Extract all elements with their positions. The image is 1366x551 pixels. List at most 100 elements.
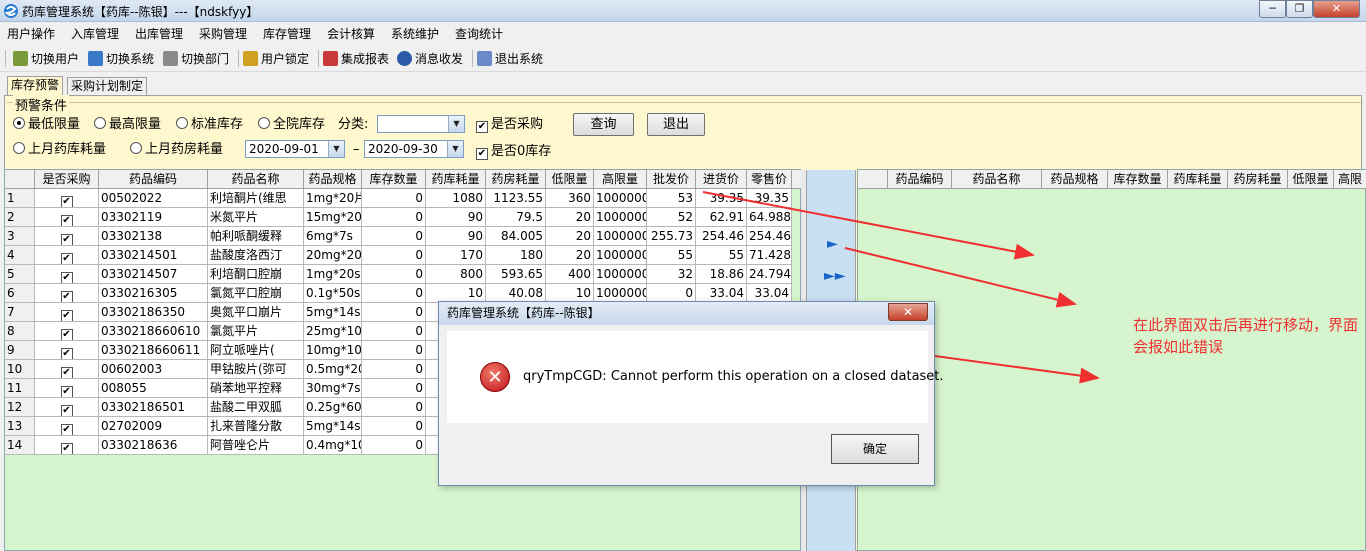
column-header-min-limit[interactable]: 低限量 — [546, 170, 594, 188]
menu-accounting[interactable]: 会计核算 — [327, 25, 375, 42]
cell-wholesale-price[interactable]: 52 — [647, 208, 696, 227]
column-header-purchase-price[interactable]: 进货价 — [696, 170, 747, 188]
column-header-max-limit[interactable]: 高限量 — [594, 170, 647, 188]
cell-warehouse-usage[interactable]: 800 — [426, 265, 486, 284]
cell-row-index[interactable]: 5 — [5, 265, 35, 284]
menu-inventory[interactable]: 库存管理 — [263, 25, 311, 42]
cell-drug-code[interactable]: 0330214507 — [99, 265, 208, 284]
cell-drug-spec[interactable]: 0.4mg*100 — [304, 436, 362, 455]
cell-drug-spec[interactable]: 10mg*10s — [304, 341, 362, 360]
column-header-stock-qty[interactable]: 库存数量 — [362, 170, 426, 188]
cell-wholesale-price[interactable]: 255.73 — [647, 227, 696, 246]
checkmark-icon[interactable]: ✔ — [60, 386, 73, 397]
checkmark-icon[interactable]: ✔ — [60, 348, 73, 359]
exit-button[interactable]: 退出 — [647, 113, 705, 136]
cell-drug-name[interactable]: 盐酸度洛西汀 — [208, 246, 304, 265]
purchase-checkbox-cell[interactable]: ✔ — [35, 398, 99, 417]
cell-pharmacy-usage[interactable]: 79.5 — [486, 208, 546, 227]
cell-drug-name[interactable]: 甲钴胺片(弥可 — [208, 360, 304, 379]
cell-min-limit[interactable]: 20 — [546, 208, 594, 227]
right-column-header-max-limit[interactable]: 高限 — [1334, 170, 1366, 188]
cell-drug-code[interactable]: 03302138 — [99, 227, 208, 246]
cell-stock-qty[interactable]: 0 — [362, 360, 426, 379]
cell-stock-qty[interactable]: 0 — [362, 417, 426, 436]
radio-last-month-warehouse[interactable]: 上月药库耗量 — [13, 142, 106, 158]
purchase-checkbox-cell[interactable]: ✔ — [35, 436, 99, 455]
cell-row-index[interactable]: 3 — [5, 227, 35, 246]
table-row[interactable]: 5 ✔ 0330214507 利培酮口腔崩 1mg*20s 0 800 593.65 400 10… — [5, 265, 792, 284]
cell-pharmacy-usage[interactable]: 180 — [486, 246, 546, 265]
ok-button[interactable]: 确定 — [831, 434, 919, 464]
cell-purchase-price[interactable]: 39.35 — [696, 189, 747, 208]
purchase-checkbox-cell[interactable]: ✔ — [35, 265, 99, 284]
cell-row-index[interactable]: 12 — [5, 398, 35, 417]
cell-stock-qty[interactable]: 0 — [362, 341, 426, 360]
purchase-checkbox-cell[interactable]: ✔ — [35, 360, 99, 379]
table-row[interactable]: 4 ✔ 0330214501 盐酸度洛西汀 20mg*20s 0 170 180 20 10000… — [5, 246, 792, 265]
cell-drug-spec[interactable]: 0.1g*50s — [304, 284, 362, 303]
switch-system-button[interactable]: 切换系统 — [88, 49, 154, 69]
radio-min-limit[interactable]: 最低限量 — [13, 117, 80, 133]
cell-drug-code[interactable]: 00602003 — [99, 360, 208, 379]
cell-drug-name[interactable]: 阿立哌唑片( — [208, 341, 304, 360]
cell-retail-price[interactable]: 64.988 — [747, 208, 792, 227]
cell-purchase-price[interactable]: 18.86 — [696, 265, 747, 284]
cell-drug-code[interactable]: 02702009 — [99, 417, 208, 436]
cell-drug-name[interactable]: 阿普唑仑片 — [208, 436, 304, 455]
tab-stock-warning[interactable]: 库存预警 — [7, 76, 64, 95]
cell-retail-price[interactable]: 24.794 — [747, 265, 792, 284]
cell-pharmacy-usage[interactable]: 84.005 — [486, 227, 546, 246]
cell-drug-spec[interactable]: 6mg*7s — [304, 227, 362, 246]
cell-drug-spec[interactable]: 30mg*7s — [304, 379, 362, 398]
cell-drug-code[interactable]: 0330216305 — [99, 284, 208, 303]
cell-min-limit[interactable]: 20 — [546, 227, 594, 246]
cell-wholesale-price[interactable]: 55 — [647, 246, 696, 265]
checkmark-icon[interactable]: ✔ — [60, 196, 73, 207]
cell-drug-name[interactable]: 帕利哌酮缓释 — [208, 227, 304, 246]
cell-drug-spec[interactable]: 1mg*20s — [304, 265, 362, 284]
cell-purchase-price[interactable]: 62.91 — [696, 208, 747, 227]
cell-drug-spec[interactable]: 5mg*14s — [304, 303, 362, 322]
cell-row-index[interactable]: 2 — [5, 208, 35, 227]
cell-row-index[interactable]: 1 — [5, 189, 35, 208]
cell-max-limit[interactable]: 1000000 — [594, 189, 647, 208]
category-select[interactable]: ▼ — [377, 115, 465, 133]
purchase-checkbox-cell[interactable]: ✔ — [35, 322, 99, 341]
menu-query[interactable]: 查询统计 — [455, 25, 503, 42]
cell-max-limit[interactable]: 1000000 — [594, 265, 647, 284]
dialog-close-button[interactable]: ✕ — [888, 303, 928, 321]
checkmark-icon[interactable]: ✔ — [60, 367, 73, 378]
cell-max-limit[interactable]: 1000000 — [594, 246, 647, 265]
column-header-drug-name[interactable]: 药品名称 — [208, 170, 304, 188]
switch-user-button[interactable]: 切换用户 — [13, 49, 79, 69]
purchase-checkbox-cell[interactable]: ✔ — [35, 303, 99, 322]
cell-drug-code[interactable]: 0330218660611 — [99, 341, 208, 360]
cell-drug-code[interactable]: 03302186350 — [99, 303, 208, 322]
cell-drug-name[interactable]: 米氮平片 — [208, 208, 304, 227]
cell-warehouse-usage[interactable]: 90 — [426, 208, 486, 227]
cell-row-index[interactable]: 10 — [5, 360, 35, 379]
move-right-icon[interactable]: ► — [827, 236, 838, 252]
cell-drug-spec[interactable]: 0.25g*60s — [304, 398, 362, 417]
purchase-checkbox-cell[interactable]: ✔ — [35, 341, 99, 360]
menu-user-ops[interactable]: 用户操作 — [7, 25, 55, 42]
cell-drug-spec[interactable]: 1mg*20片 — [304, 189, 362, 208]
purchase-checkbox-cell[interactable]: ✔ — [35, 417, 99, 436]
table-row[interactable]: 3 ✔ 03302138 帕利哌酮缓释 6mg*7s 0 90 84.005 20 1000000… — [5, 227, 792, 246]
radio-last-month-pharmacy[interactable]: 上月药房耗量 — [130, 142, 223, 158]
purchase-checkbox-cell[interactable]: ✔ — [35, 227, 99, 246]
cell-row-index[interactable]: 11 — [5, 379, 35, 398]
column-header-retail-price[interactable]: 零售价 — [747, 170, 792, 188]
cell-drug-code[interactable]: 0330218660610 — [99, 322, 208, 341]
cell-retail-price[interactable]: 254.46 — [747, 227, 792, 246]
cell-retail-price[interactable]: 39.35 — [747, 189, 792, 208]
cell-row-index[interactable]: 9 — [5, 341, 35, 360]
cell-stock-qty[interactable]: 0 — [362, 227, 426, 246]
report-button[interactable]: 集成报表 — [323, 49, 389, 69]
checkmark-icon[interactable]: ✔ — [60, 310, 73, 321]
zero-stock-checkbox[interactable]: ✔ 是否0库存 — [476, 144, 551, 160]
lock-user-button[interactable]: 用户锁定 — [243, 49, 309, 69]
checkmark-icon[interactable]: ✔ — [60, 272, 73, 283]
right-column-header-drug-spec[interactable]: 药品规格 — [1042, 170, 1108, 188]
switch-dept-button[interactable]: 切换部门 — [163, 49, 229, 69]
